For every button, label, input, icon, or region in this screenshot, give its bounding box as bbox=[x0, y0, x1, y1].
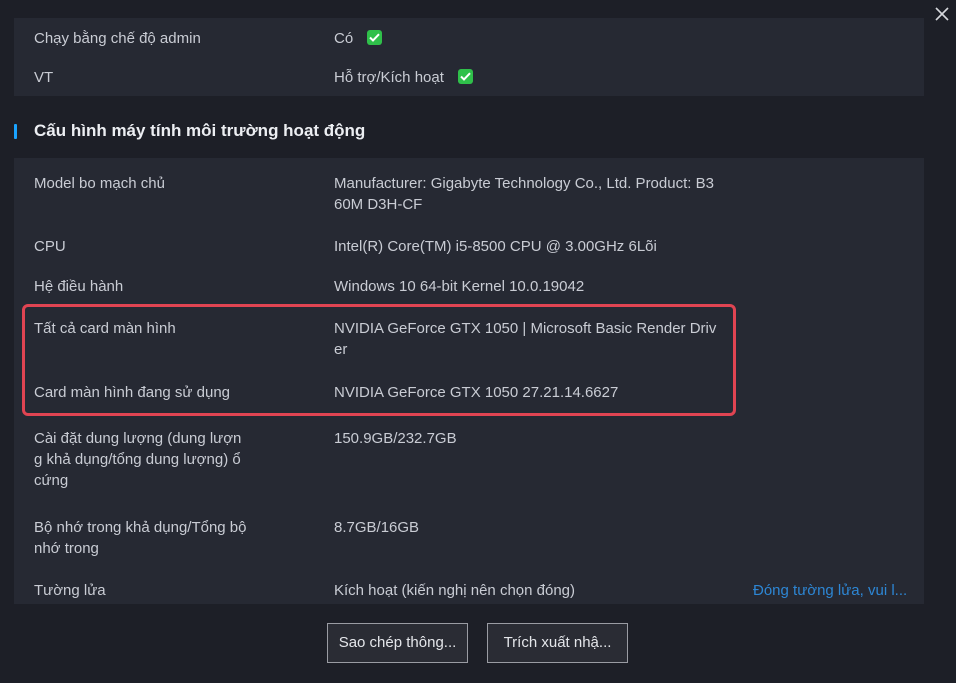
row-value: Kích hoạt (kiến nghị nên chọn đóng) bbox=[334, 582, 576, 599]
copy-info-button[interactable]: Sao chép thông... bbox=[327, 623, 468, 663]
row-label: Card màn hình đang sử dụng bbox=[34, 384, 231, 401]
row-label: Cài đặt dung lượng (dung lượng khả dụng/… bbox=[34, 430, 242, 489]
environment-config-card: Model bo mạch chủ Manufacturer: Gigabyte… bbox=[14, 158, 924, 604]
diagnostics-window: Chạy bằng chế độ admin Có VT Hỗ trợ/Kích… bbox=[0, 0, 956, 683]
row-value-text: Có bbox=[334, 30, 354, 47]
row-value: NVIDIA GeForce GTX 1050 27.21.14.6627 bbox=[334, 384, 619, 401]
section-accent-bar bbox=[14, 124, 17, 139]
row-label: Hệ điều hành bbox=[34, 278, 124, 295]
row-value: 8.7GB/16GB bbox=[334, 519, 420, 536]
row-label: Bộ nhớ trong khả dụng/Tổng bộ nhớ trong bbox=[34, 519, 247, 557]
row-value-text: Hỗ trợ/Kích hoạt bbox=[334, 69, 444, 86]
close-icon bbox=[935, 7, 949, 21]
row-value: 150.9GB/232.7GB bbox=[334, 430, 457, 447]
row-value: Hỗ trợ/Kích hoạt bbox=[334, 67, 719, 88]
row-label: Tường lửa bbox=[34, 582, 106, 599]
row-value: Manufacturer: Gigabyte Technology Co., L… bbox=[334, 175, 714, 213]
row-label: Tất cả card màn hình bbox=[34, 320, 176, 337]
row-label: Chạy bằng chế độ admin bbox=[34, 30, 201, 47]
row-label: CPU bbox=[34, 238, 66, 255]
admin-vt-card: Chạy bằng chế độ admin Có VT Hỗ trợ/Kích… bbox=[14, 18, 924, 96]
check-icon bbox=[367, 30, 383, 45]
row-value: NVIDIA GeForce GTX 1050 | Microsoft Basi… bbox=[334, 320, 717, 358]
close-firewall-link[interactable]: Đóng tường lửa, vui l... bbox=[753, 580, 913, 601]
row-label: Model bo mạch chủ bbox=[34, 175, 165, 192]
row-value: Intel(R) Core(TM) i5-8500 CPU @ 3.00GHz … bbox=[334, 238, 657, 255]
check-icon bbox=[457, 69, 473, 84]
section-title: Cấu hình máy tính môi trường hoạt động bbox=[34, 121, 366, 140]
row-value: Có bbox=[334, 28, 719, 49]
close-button[interactable] bbox=[932, 4, 952, 24]
export-log-button[interactable]: Trích xuất nhậ... bbox=[487, 623, 628, 663]
row-label: VT bbox=[34, 69, 54, 86]
row-value: Windows 10 64-bit Kernel 10.0.19042 bbox=[334, 278, 585, 295]
